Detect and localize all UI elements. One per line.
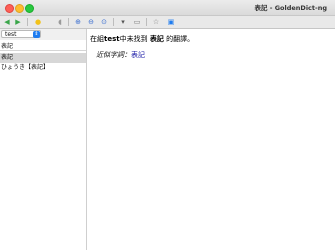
search-input[interactable] [0, 40, 86, 51]
back-button[interactable]: ◀ [2, 17, 12, 27]
bulb-icon: ● [34, 18, 42, 26]
zoom-out-icon: ⊖ [88, 18, 94, 26]
group-select[interactable]: test ⇕ [1, 30, 41, 38]
toolbar-separator [113, 18, 114, 26]
save-button[interactable]: ▾ [118, 17, 128, 27]
window-maximize-button[interactable] [25, 4, 34, 13]
title-bar: 表記 - GoldenDict-ng [0, 0, 335, 16]
similar-words: 近似字詞：表記 [96, 50, 145, 60]
similar-word-link[interactable]: 表記 [131, 51, 145, 59]
list-item[interactable]: ひょうき【表記】 [0, 63, 86, 73]
message-prefix: 在組 [90, 35, 104, 43]
dictionary-icon: ▣ [167, 18, 175, 26]
toolbar: ◀ ▶ ● ◖ ⊕ ⊖ ⊙ ▾ ▭ ☆ ▣ [0, 16, 335, 29]
scan-popup-button[interactable]: ● [33, 17, 43, 27]
not-found-message: 在組test中未找到 表記 的翻譯。 [90, 34, 194, 44]
window-minimize-button[interactable] [15, 4, 24, 13]
article-view: 在組test中未找到 表記 的翻譯。 近似字詞：表記 [88, 29, 335, 250]
left-pane: test ⇕ 表記ひょうき【表記】 [0, 29, 87, 250]
toolbar-separator [146, 18, 147, 26]
arrow-right-icon: ▶ [15, 18, 21, 26]
window-close-button[interactable] [5, 4, 14, 13]
group-name: test [104, 35, 120, 43]
dictionary-bar-button[interactable]: ▣ [166, 17, 176, 27]
pronounce-button[interactable]: ◖ [55, 17, 65, 27]
group-selector-row: test ⇕ [0, 29, 86, 40]
save-icon: ▾ [121, 18, 125, 26]
zoom-in-button[interactable]: ⊕ [73, 17, 83, 27]
toolbar-separator [27, 18, 28, 26]
similar-label: 近似字詞： [96, 51, 131, 59]
chevron-updown-icon: ⇕ [33, 31, 40, 38]
star-icon: ☆ [152, 18, 160, 26]
zoom-reset-button[interactable]: ⊙ [99, 17, 109, 27]
message-suffix: 的翻譯。 [166, 35, 195, 43]
forward-button[interactable]: ▶ [13, 17, 23, 27]
print-icon: ▭ [133, 18, 141, 26]
zoom-in-icon: ⊕ [75, 18, 81, 26]
add-favorite-button[interactable]: ☆ [151, 17, 161, 27]
print-button[interactable]: ▭ [132, 17, 142, 27]
message-middle: 中未找到 [119, 35, 148, 43]
group-select-value: test [5, 31, 17, 38]
zoom-reset-icon: ⊙ [101, 18, 107, 26]
window-title: 表記 - GoldenDict-ng [254, 4, 327, 12]
zoom-out-button[interactable]: ⊖ [86, 17, 96, 27]
list-item[interactable]: 表記 [0, 53, 86, 63]
word-list: 表記 ひょうき【表記】 [0, 53, 86, 73]
toolbar-separator [68, 18, 69, 26]
arrow-left-icon: ◀ [4, 18, 10, 26]
speaker-icon: ◖ [58, 18, 62, 26]
searched-word: 表記 [149, 35, 164, 43]
